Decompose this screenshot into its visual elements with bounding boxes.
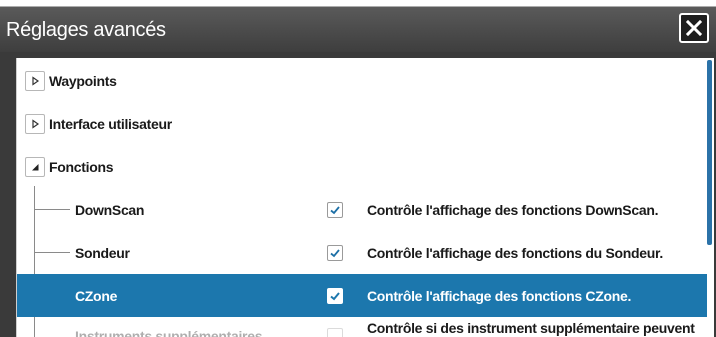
setting-description: Contrôle l'affichage des fonctions DownS…	[367, 201, 659, 218]
checkmark-icon	[330, 205, 340, 214]
setting-description: Contrôle si des instrument supplémentair…	[367, 320, 695, 337]
dialog-title: Réglages avancés	[6, 19, 166, 41]
setting-label: Sondeur	[75, 244, 130, 261]
triangle-expanded-icon	[32, 163, 39, 170]
setting-checkbox[interactable]	[327, 287, 343, 304]
setting-description: Contrôle l'affichage des fonctions CZone…	[367, 287, 632, 304]
tree-group-interface-utilisateur[interactable]: Interface utilisateur	[17, 102, 707, 145]
setting-checkbox[interactable]	[327, 328, 343, 337]
expand-button[interactable]	[25, 70, 45, 91]
setting-label: Instruments supplémentaires	[75, 328, 263, 337]
vertical-scrollbar[interactable]	[707, 60, 712, 245]
setting-row-czone[interactable]: CZone Contrôle l'affichage des fonctions…	[17, 274, 707, 317]
collapse-button[interactable]	[25, 156, 45, 177]
tree-group-label: Interface utilisateur	[49, 115, 172, 132]
setting-label: DownScan	[75, 201, 145, 218]
chevron-right-icon	[32, 118, 40, 129]
tree-branch-line	[34, 252, 70, 253]
tree-group-label: Waypoints	[49, 72, 117, 89]
settings-tree-list[interactable]: Waypoints Interface utilisateur Fonction…	[16, 58, 714, 337]
checkmark-icon	[330, 248, 340, 257]
expand-button[interactable]	[25, 113, 45, 134]
tree-group-label: Fonctions	[49, 158, 114, 175]
setting-label: CZone	[75, 287, 118, 304]
setting-row-sondeur[interactable]: Sondeur Contrôle l'affichage des fonctio…	[17, 231, 707, 274]
setting-row-instruments-supplementaires[interactable]: Instruments supplémentaires Contrôle si …	[17, 320, 707, 337]
tree-branch-line	[34, 209, 70, 210]
tree-group-waypoints[interactable]: Waypoints	[17, 59, 707, 102]
setting-row-downscan[interactable]: DownScan Contrôle l'affichage des foncti…	[17, 188, 707, 231]
setting-description: Contrôle l'affichage des fonctions du So…	[367, 244, 663, 261]
setting-checkbox[interactable]	[327, 244, 343, 261]
tree-group-fonctions[interactable]: Fonctions	[17, 145, 707, 188]
dialog-title-bar: Réglages avancés	[0, 0, 716, 52]
setting-checkbox[interactable]	[327, 201, 343, 218]
chevron-right-icon	[32, 75, 40, 86]
checkmark-icon	[330, 291, 340, 300]
close-button[interactable]	[679, 13, 709, 43]
dialog-body: Waypoints Interface utilisateur Fonction…	[0, 52, 716, 337]
close-icon	[686, 20, 702, 36]
